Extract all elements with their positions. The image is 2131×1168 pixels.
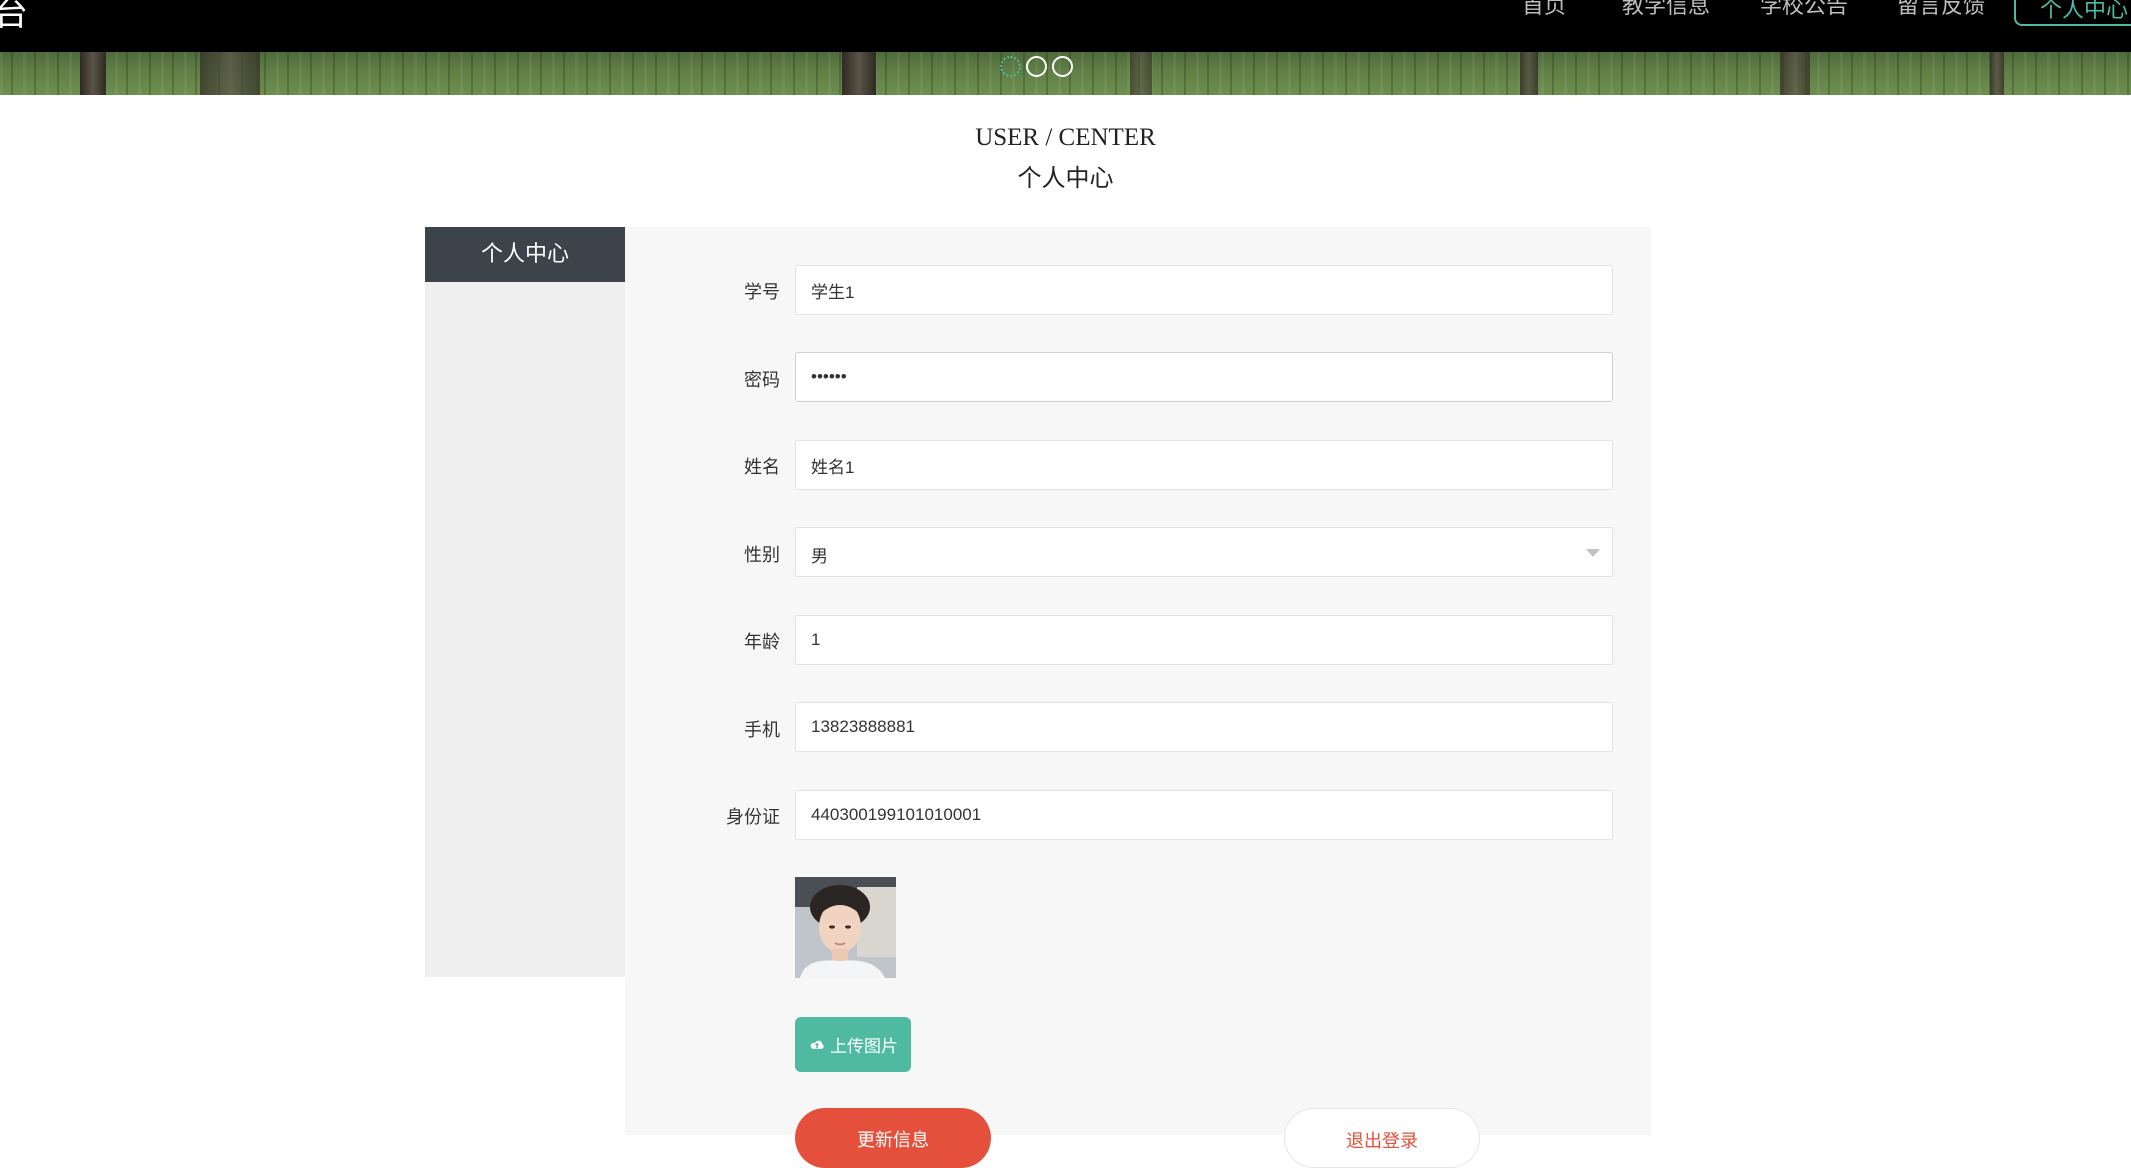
age-input[interactable] <box>795 615 1613 665</box>
name-input[interactable] <box>795 440 1613 490</box>
field-label-gender: 性别 <box>744 545 780 566</box>
field-label-password: 密码 <box>744 370 780 391</box>
field-label-id-card: 身份证 <box>726 807 780 828</box>
update-info-button[interactable]: 更新信息 <box>795 1108 991 1168</box>
page-title-en: USER / CENTER <box>975 124 1156 151</box>
upload-image-label: 上传图片 <box>830 1037 898 1057</box>
sidebar-item-user-center[interactable]: 个人中心 <box>425 227 625 282</box>
carousel-dot-1[interactable] <box>1000 56 1021 77</box>
field-label-age: 年龄 <box>744 632 780 653</box>
chevron-down-icon <box>1586 549 1600 557</box>
nav-item-home[interactable]: 首页 <box>1522 0 1566 20</box>
field-label-student-id: 学号 <box>744 282 780 303</box>
top-nav: 台 首页 教学信息 学校公告 留言反馈 个人中心 <box>0 0 2131 52</box>
logout-button[interactable]: 退出登录 <box>1284 1108 1480 1168</box>
field-label-phone: 手机 <box>744 720 780 741</box>
site-brand[interactable]: 台 <box>0 0 28 35</box>
password-input[interactable] <box>795 352 1613 402</box>
student-id-input[interactable] <box>795 265 1613 315</box>
id-card-input[interactable] <box>795 790 1613 840</box>
nav-item-teaching[interactable]: 教学信息 <box>1622 0 1710 20</box>
nav-item-feedback[interactable]: 留言反馈 <box>1897 0 1985 20</box>
cloud-upload-icon <box>810 1040 824 1049</box>
field-label-name: 姓名 <box>744 457 780 478</box>
sidebar <box>425 227 625 977</box>
carousel-indicators <box>1000 56 1073 77</box>
carousel-dot-2[interactable] <box>1026 56 1047 77</box>
carousel-dot-3[interactable] <box>1052 56 1073 77</box>
upload-image-button[interactable]: 上传图片 <box>795 1017 911 1072</box>
nav-item-notice[interactable]: 学校公告 <box>1760 0 1848 20</box>
phone-input[interactable] <box>795 702 1613 752</box>
nav-item-user-center[interactable]: 个人中心 <box>2014 0 2131 26</box>
page-title-cn: 个人中心 <box>1017 164 1114 192</box>
gender-select-value: 男 <box>811 547 828 567</box>
gender-select[interactable]: 男 <box>795 527 1613 577</box>
avatar-photo <box>795 877 896 978</box>
